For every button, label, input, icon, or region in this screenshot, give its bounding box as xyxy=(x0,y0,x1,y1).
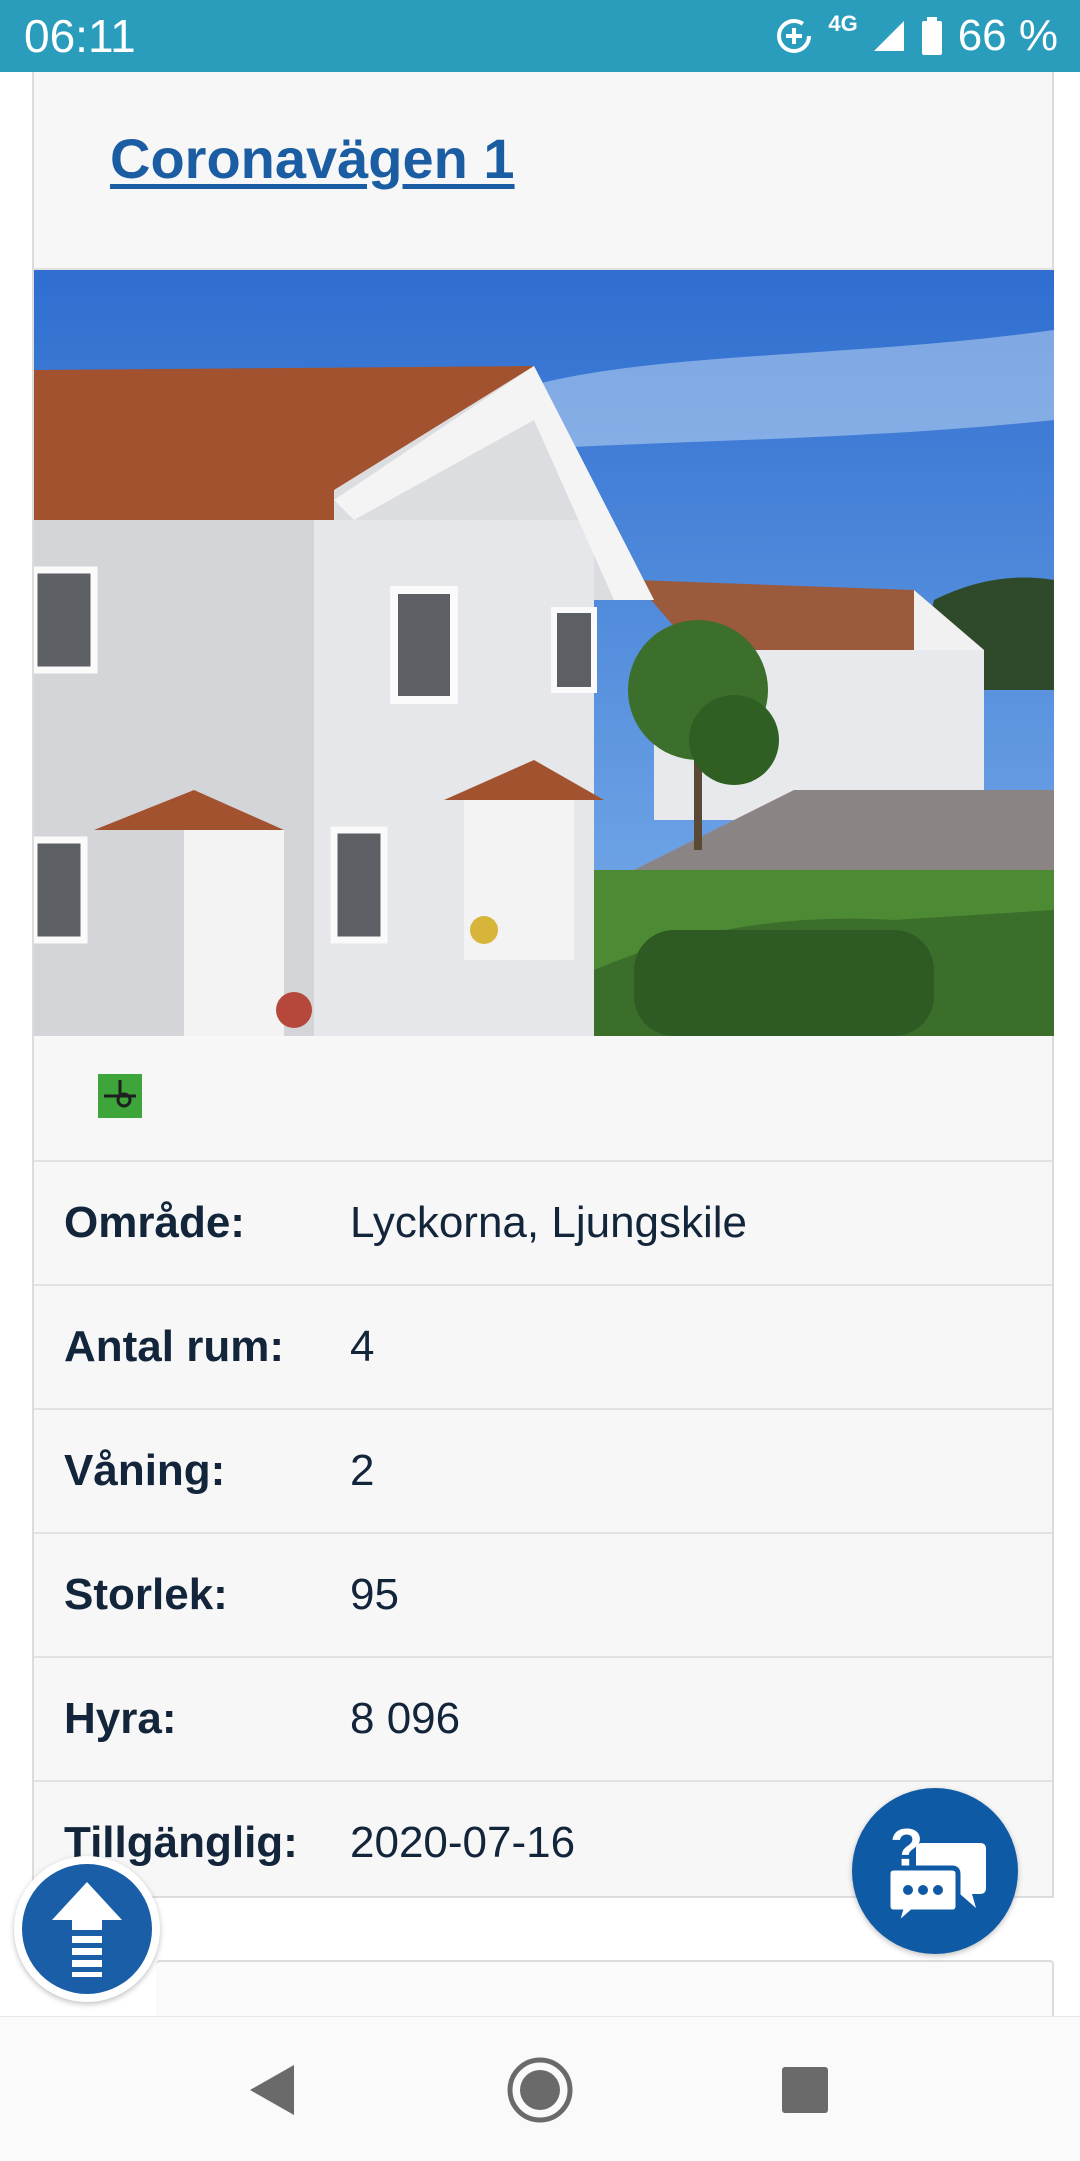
detail-label: Hyra: xyxy=(64,1694,177,1743)
chat-help-icon: ? xyxy=(885,1818,986,1934)
battery-level: 66 % xyxy=(957,11,1058,60)
detail-value: 95 xyxy=(350,1570,399,1619)
detail-row-storlek: Storlek: 95 xyxy=(34,1534,1052,1658)
listing-photo[interactable] xyxy=(34,270,1054,1036)
next-listing-card[interactable] xyxy=(156,1960,1054,2022)
data-saver-icon xyxy=(774,16,814,56)
chat-help-button[interactable]: ? xyxy=(852,1788,1018,1954)
listing-card: Coronavägen 1 Område: Lyckorna, Ljungski… xyxy=(32,72,1054,1898)
network-type: 4G xyxy=(828,11,858,36)
signal-icon xyxy=(872,19,906,53)
arrow-up-icon xyxy=(22,1864,152,1994)
navigation-bar xyxy=(0,2016,1080,2161)
scroll-top-button[interactable] xyxy=(14,1856,160,2002)
detail-row-omrade: Område: Lyckorna, Ljungskile xyxy=(34,1162,1052,1286)
detail-label: Våning: xyxy=(64,1446,226,1495)
back-icon[interactable] xyxy=(236,2055,306,2125)
home-icon[interactable] xyxy=(505,2055,575,2125)
status-time: 06:11 xyxy=(24,10,136,62)
recents-icon[interactable] xyxy=(770,2055,840,2125)
detail-value: 4 xyxy=(350,1322,375,1371)
detail-label: Område: xyxy=(64,1198,245,1247)
detail-value: 2020-07-16 xyxy=(350,1818,576,1867)
status-icons: 4G 66 % xyxy=(774,8,1058,64)
detail-value: Lyckorna, Ljungskile xyxy=(350,1198,748,1247)
detail-value: 2 xyxy=(350,1446,375,1495)
floorplan-icon[interactable] xyxy=(98,1074,142,1118)
detail-row-vaning: Våning: 2 xyxy=(34,1410,1052,1534)
listing-header: Coronavägen 1 xyxy=(34,72,1052,270)
detail-row-hyra: Hyra: 8 096 xyxy=(34,1658,1052,1782)
status-bar: 06:11 4G 66 % xyxy=(0,0,1080,72)
battery-icon xyxy=(920,16,944,56)
detail-label: Antal rum: xyxy=(64,1322,284,1371)
floorplan-row xyxy=(34,1036,1052,1162)
detail-value: 8 096 xyxy=(350,1694,461,1743)
detail-row-antal-rum: Antal rum: 4 xyxy=(34,1286,1052,1410)
listing-title-link[interactable]: Coronavägen 1 xyxy=(110,126,515,191)
detail-label: Storlek: xyxy=(64,1570,228,1619)
